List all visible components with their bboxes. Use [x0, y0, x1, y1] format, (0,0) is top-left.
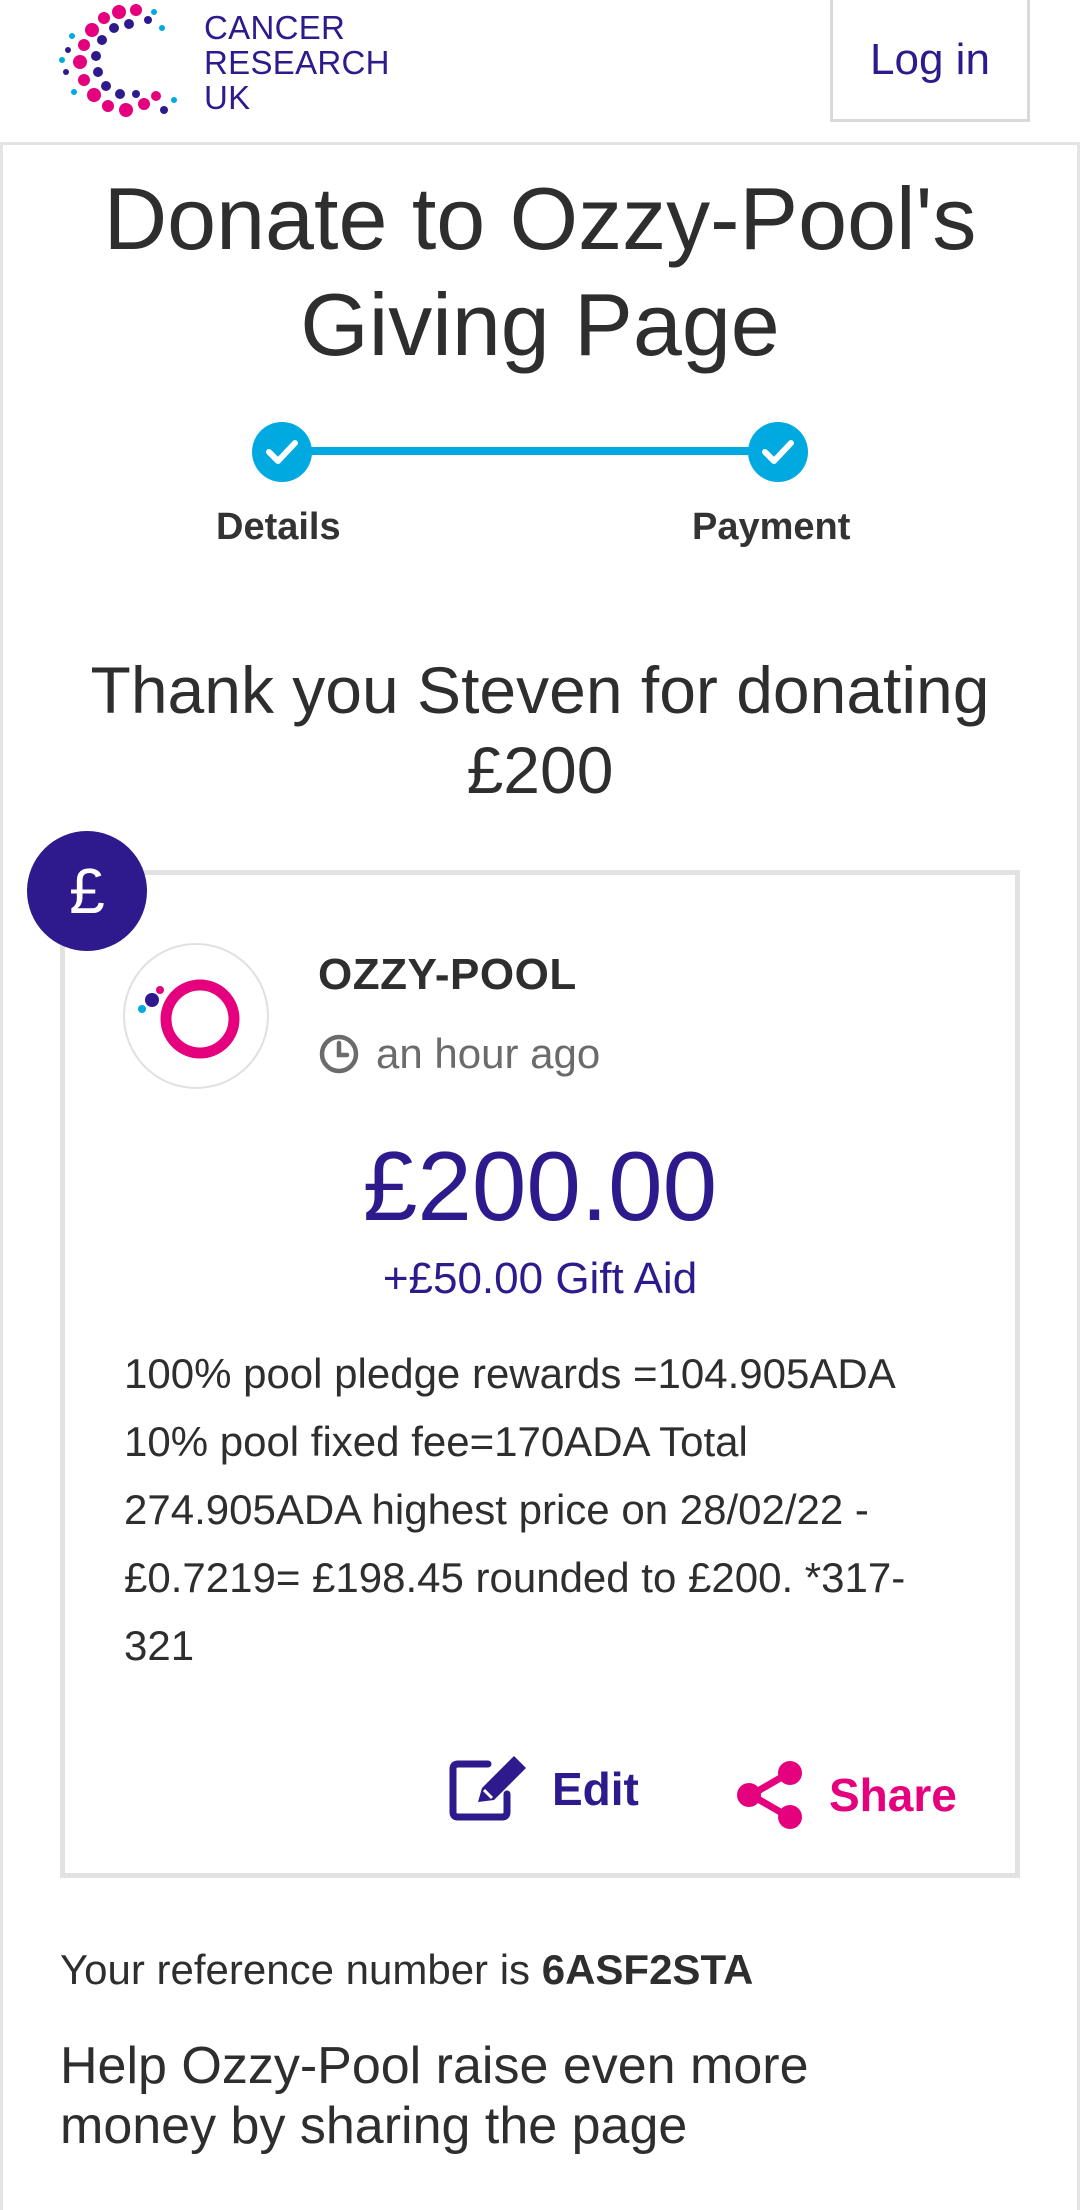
share-button[interactable]: Share — [735, 1760, 957, 1830]
donation-time: an hour ago — [318, 1030, 600, 1078]
logo-line-2: RESEARCH — [204, 44, 390, 81]
step-payment-complete-icon — [748, 422, 808, 482]
edit-label: Edit — [552, 1763, 639, 1815]
edit-button[interactable]: Edit — [448, 1756, 639, 1822]
edit-icon — [449, 1756, 526, 1821]
logo-line-3: UK — [204, 79, 251, 116]
donor-avatar — [123, 943, 269, 1089]
step-label-details: Details — [216, 506, 341, 548]
step-label-payment: Payment — [692, 506, 851, 548]
site-header: CANCER RESEARCH UK Log in — [0, 0, 1080, 145]
reference-prefix: Your reference number is — [60, 1946, 531, 1993]
logo-dots-icon — [59, 4, 177, 117]
gift-aid-amount: +£50.00 Gift Aid — [382, 1254, 698, 1303]
donation-time-text: an hour ago — [376, 1030, 601, 1077]
reference-number: Your reference number is 6ASF2STA — [60, 1946, 753, 1994]
cruk-ring-icon — [138, 979, 240, 1059]
progress-line — [282, 447, 778, 455]
step-details-complete-icon — [252, 422, 312, 482]
login-button[interactable]: Log in — [830, 0, 1030, 122]
page-title: Donate to Ozzy-Pool's Giving Page — [103, 169, 977, 374]
cancer-research-uk-logo[interactable]: CANCER RESEARCH UK — [44, 0, 389, 130]
pound-icon: £ — [27, 831, 147, 951]
clock-icon — [319, 1034, 359, 1074]
share-label: Share — [829, 1769, 957, 1821]
logo-text: CANCER RESEARCH UK — [204, 10, 390, 115]
donation-amount: £200.00 — [362, 1131, 718, 1241]
share-icon — [737, 1761, 802, 1829]
help-share-text: Help Ozzy-Pool raise even more money by … — [60, 2037, 809, 2155]
logo-line-1: CANCER — [204, 9, 346, 46]
reference-code: 6ASF2STA — [541, 1946, 754, 1993]
thank-you-message: Thank you Steven for donating £200 — [90, 653, 990, 807]
donation-message: 100% pool pledge rewards =104.905ADA 10%… — [124, 1350, 906, 1669]
donor-name: OZZY-POOL — [318, 950, 577, 999]
